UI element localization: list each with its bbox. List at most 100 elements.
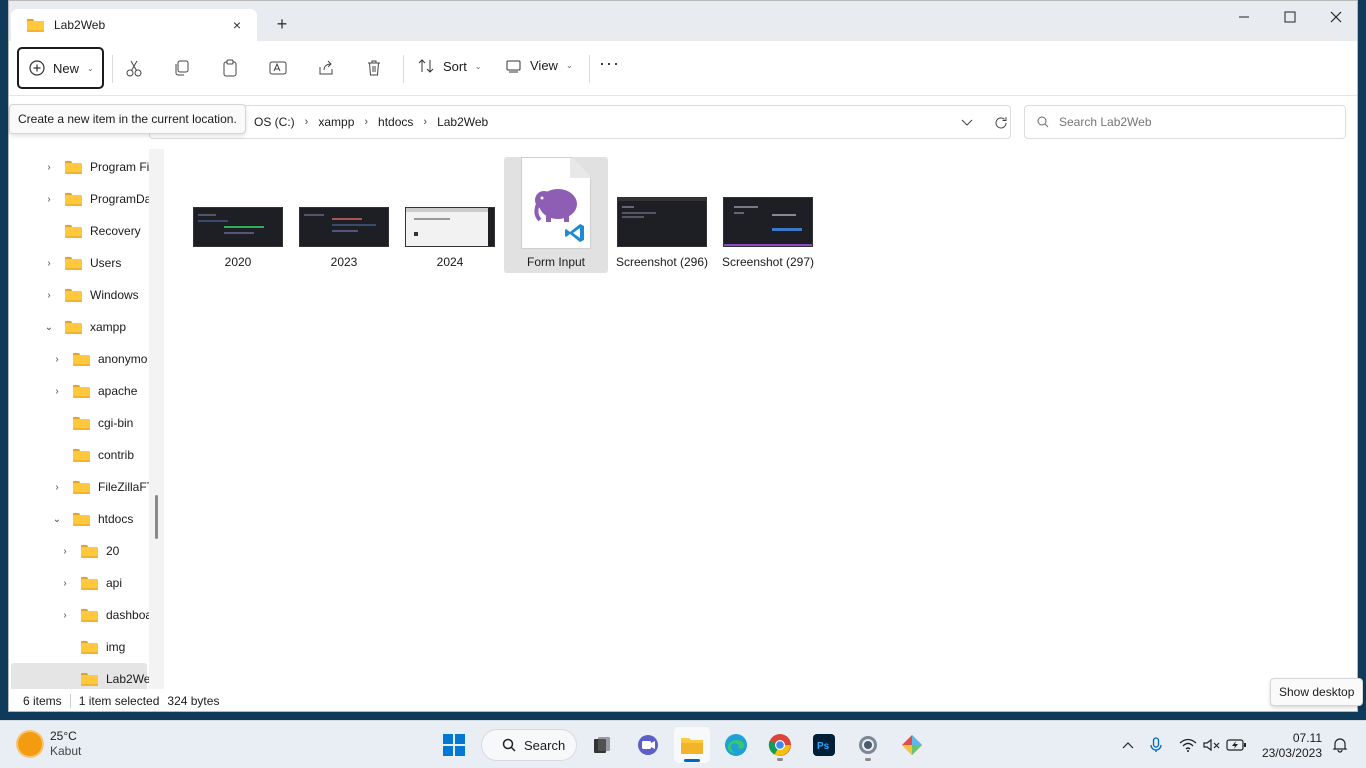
start-button[interactable] xyxy=(436,727,472,763)
breadcrumb-separator[interactable]: › xyxy=(305,116,309,128)
teams-chat-button[interactable] xyxy=(630,727,666,763)
copy-button[interactable] xyxy=(171,57,193,79)
chevron-right-icon[interactable]: › xyxy=(42,153,56,181)
chevron-right-icon[interactable]: › xyxy=(50,377,64,405)
share-icon xyxy=(319,60,333,75)
more-options-button[interactable]: ··· xyxy=(599,53,620,74)
new-tab-button[interactable]: + xyxy=(271,13,293,35)
nav-item-anonymous[interactable]: anonymo xyxy=(73,345,147,373)
weather-widget[interactable]: 25°C Kabut xyxy=(18,729,81,759)
chevron-down-icon[interactable]: ⌄ xyxy=(42,313,56,341)
cut-button[interactable] xyxy=(123,57,145,79)
breadcrumb-separator[interactable]: › xyxy=(423,116,427,128)
file-item-form-input[interactable]: Form Input xyxy=(504,157,608,273)
breadcrumb-lab2web[interactable]: Lab2Web xyxy=(437,115,488,129)
breadcrumb-separator[interactable]: › xyxy=(364,116,368,128)
folder-icon xyxy=(65,192,82,206)
nav-item-cgi-bin[interactable]: cgi-bin xyxy=(73,409,133,437)
nav-item-htdocs[interactable]: htdocs xyxy=(73,505,133,533)
paste-button[interactable] xyxy=(219,57,241,79)
nav-item-label: apache xyxy=(98,384,138,398)
battery-button[interactable] xyxy=(1226,735,1246,755)
nav-item-program-files[interactable]: Program Fil xyxy=(65,153,149,181)
nav-item-20[interactable]: 20 xyxy=(81,537,119,565)
folder-icon xyxy=(81,544,98,558)
volume-button[interactable] xyxy=(1202,735,1222,755)
nav-scrollbar-thumb[interactable] xyxy=(155,495,158,539)
file-item-screenshot-296[interactable]: Screenshot (296) xyxy=(610,157,714,273)
refresh-icon xyxy=(995,117,1007,129)
nav-item-windows[interactable]: Windows xyxy=(65,281,139,309)
tab-lab2web[interactable]: Lab2Web × xyxy=(11,9,257,41)
weather-description: Kabut xyxy=(50,744,82,758)
chevron-right-icon[interactable]: › xyxy=(58,569,72,597)
share-button[interactable] xyxy=(315,57,337,79)
sort-button[interactable]: Sort ⌄ xyxy=(417,58,482,74)
nav-item-label: contrib xyxy=(98,448,135,462)
edge-icon xyxy=(725,734,747,756)
notifications-button[interactable] xyxy=(1330,735,1350,755)
show-desktop-tooltip: Show desktop xyxy=(1270,678,1364,706)
task-view-button[interactable] xyxy=(584,727,620,763)
close-icon xyxy=(1330,11,1342,23)
wifi-button[interactable] xyxy=(1178,735,1198,755)
nav-item-lab2web[interactable]: Lab2Wel xyxy=(81,665,149,689)
task-view-icon xyxy=(594,737,610,753)
photoshop-button[interactable]: Ps xyxy=(806,727,842,763)
file-item-screenshot-297[interactable]: Screenshot (297) xyxy=(716,157,820,273)
nav-item-img[interactable]: img xyxy=(81,633,125,661)
nav-item-label: Program Fil xyxy=(90,160,149,174)
chevron-right-icon[interactable]: › xyxy=(50,345,64,373)
tab-close-icon[interactable]: × xyxy=(227,15,247,35)
new-button[interactable]: New ⌄ xyxy=(17,47,104,89)
breadcrumb-os-c[interactable]: OS (C:) xyxy=(254,115,295,129)
show-hidden-icons-button[interactable] xyxy=(1118,735,1138,755)
scissors-icon xyxy=(126,60,142,77)
nav-item-xampp[interactable]: xampp xyxy=(65,313,126,341)
maximize-button[interactable] xyxy=(1267,1,1313,33)
new-button-tooltip: Create a new item in the current locatio… xyxy=(9,104,246,134)
taskbar-search[interactable]: Search xyxy=(481,729,577,761)
command-bar: New ⌄ Sort ⌄ View ⌄ ··· xyxy=(9,41,1357,96)
nav-item-dashboard[interactable]: dashboa xyxy=(81,601,149,629)
nav-item-recovery[interactable]: Recovery xyxy=(65,217,141,245)
address-bar[interactable]: OS (C:) › xampp › htdocs › Lab2Web xyxy=(149,105,1011,139)
chevron-right-icon[interactable]: › xyxy=(58,537,72,565)
chevron-right-icon[interactable]: › xyxy=(50,473,64,501)
file-item-2023[interactable]: 2023 xyxy=(292,157,396,273)
chevron-down-icon[interactable]: ⌄ xyxy=(50,505,64,533)
chrome-button[interactable] xyxy=(762,727,798,763)
file-explorer-taskbar-button[interactable] xyxy=(674,727,710,763)
chevron-right-icon[interactable]: › xyxy=(58,601,72,629)
breadcrumb-xampp[interactable]: xampp xyxy=(318,115,354,129)
clock[interactable]: 07.11 23/03/2023 xyxy=(1258,731,1322,761)
refresh-button[interactable] xyxy=(992,114,1010,132)
nav-item-apache[interactable]: apache xyxy=(73,377,137,405)
breadcrumb-htdocs[interactable]: htdocs xyxy=(378,115,413,129)
nav-item-api[interactable]: api xyxy=(81,569,122,597)
nav-item-label: Users xyxy=(90,256,122,270)
settings-button[interactable] xyxy=(850,727,886,763)
chevron-right-icon[interactable]: › xyxy=(42,249,56,277)
close-window-button[interactable] xyxy=(1313,1,1359,33)
file-item-2020[interactable]: 2020 xyxy=(186,157,290,273)
app-button[interactable] xyxy=(894,727,930,763)
nav-item-filezillaftp[interactable]: FileZillaFT xyxy=(73,473,149,501)
view-button[interactable]: View ⌄ xyxy=(506,58,573,73)
maximize-icon xyxy=(1284,11,1296,23)
chevron-right-icon[interactable]: › xyxy=(42,185,56,213)
nav-item-users[interactable]: Users xyxy=(65,249,121,277)
address-history-button[interactable] xyxy=(958,114,976,132)
microphone-button[interactable] xyxy=(1146,735,1166,755)
search-input[interactable] xyxy=(1059,115,1319,129)
file-item-2024[interactable]: 2024 xyxy=(398,157,502,273)
delete-button[interactable] xyxy=(363,57,385,79)
chevron-right-icon[interactable]: › xyxy=(42,281,56,309)
nav-item-contrib[interactable]: contrib xyxy=(73,441,134,469)
edge-button[interactable] xyxy=(718,727,754,763)
nav-item-programdata[interactable]: ProgramDa xyxy=(65,185,149,213)
nav-pane-divider xyxy=(149,149,164,689)
minimize-button[interactable] xyxy=(1221,1,1267,33)
rename-button[interactable] xyxy=(267,57,289,79)
search-box[interactable] xyxy=(1024,105,1346,139)
